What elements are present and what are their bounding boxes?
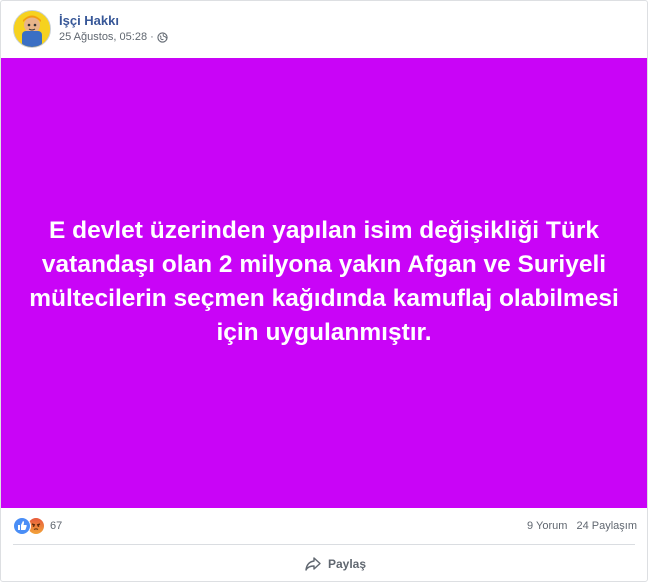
post-subline: 25 Ağustos, 05:28 · <box>59 29 168 45</box>
post-image-text: E devlet üzerinden yapılan isim değişikl… <box>29 216 619 346</box>
share-button[interactable]: Paylaş <box>304 553 366 575</box>
comments-count-link[interactable]: 9 Yorum <box>527 520 567 532</box>
post-header: İşçi Hakkı 25 Ağustos, 05:28 · <box>13 9 168 49</box>
globe-icon[interactable] <box>157 31 168 43</box>
post-meta: İşçi Hakkı 25 Ağustos, 05:28 · <box>59 13 168 45</box>
separator-dot: · <box>150 31 154 43</box>
like-icon <box>13 517 31 535</box>
comment-share-counts: 9 Yorum 24 Paylaşım <box>521 520 637 532</box>
page-name-link[interactable]: İşçi Hakkı <box>59 13 168 29</box>
post-timestamp[interactable]: 25 Ağustos, 05:28 <box>59 29 147 45</box>
post-image[interactable]: E devlet üzerinden yapılan isim değişikl… <box>1 58 647 508</box>
share-label: Paylaş <box>328 557 367 571</box>
engagement-stats: 67 9 Yorum 24 Paylaşım <box>13 515 637 537</box>
reaction-count: 67 <box>50 520 63 532</box>
post-card: İşçi Hakkı 25 Ağustos, 05:28 · E devlet … <box>0 0 648 582</box>
shares-count-link[interactable]: 24 Paylaşım <box>576 520 637 532</box>
reactions-summary[interactable]: 67 <box>13 517 62 535</box>
avatar[interactable] <box>13 10 51 48</box>
share-arrow-icon <box>305 557 321 571</box>
action-divider <box>13 544 635 545</box>
cartoon-worker-avatar-icon <box>14 11 50 47</box>
